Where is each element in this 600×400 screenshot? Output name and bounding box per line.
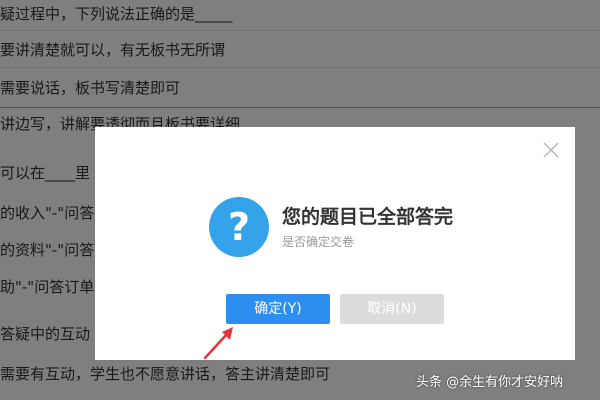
svg-text:?: ? xyxy=(228,205,250,249)
cancel-button[interactable]: 取消(N) xyxy=(340,294,444,324)
page: 疑过程中，下列说法正确的是_____ 要讲清楚就可以，有无板书无所谓 需要说话，… xyxy=(0,0,600,400)
confirm-button[interactable]: 确定(Y) xyxy=(226,294,330,324)
close-icon[interactable] xyxy=(542,141,560,159)
pointer-arrow-icon xyxy=(200,322,240,366)
dialog-title: 您的题目已全部答完 xyxy=(282,206,454,228)
question-mark-icon: ? xyxy=(209,197,269,257)
dialog-subtitle: 是否确定交卷 xyxy=(282,235,355,249)
submit-confirm-dialog: ? 您的题目已全部答完 是否确定交卷 确定(Y) 取消(N) xyxy=(95,127,575,360)
watermark: 头条 @余生有你才安好呐 xyxy=(416,375,564,390)
